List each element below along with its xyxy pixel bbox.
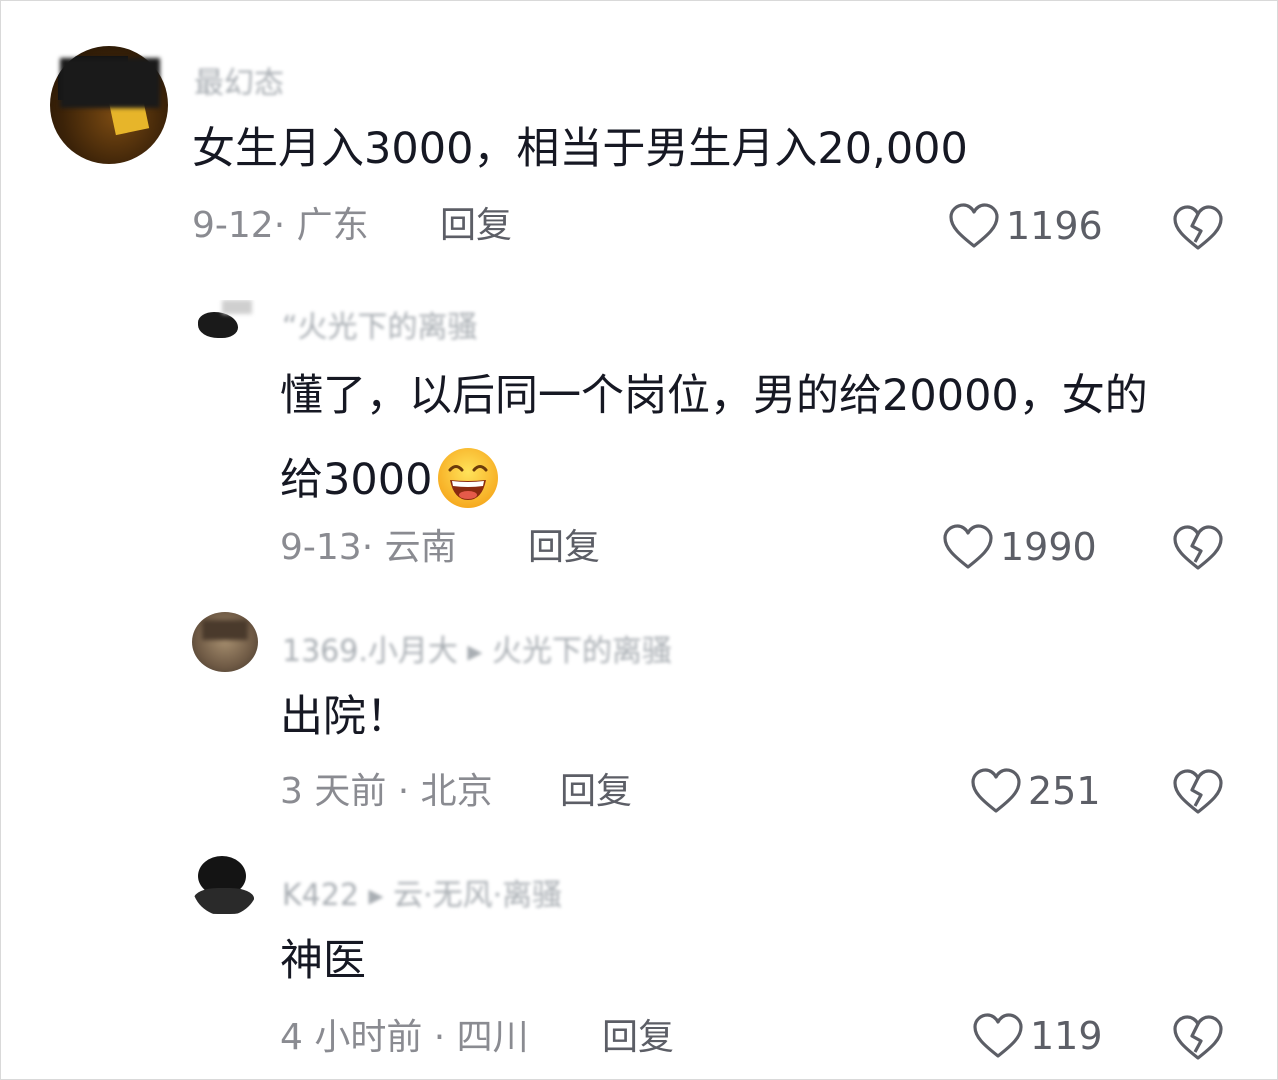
heart-icon: [942, 523, 994, 571]
reply-button[interactable]: 回复: [560, 774, 632, 810]
dislike-button[interactable]: [1172, 1014, 1224, 1066]
heart-icon: [970, 767, 1022, 815]
heart-icon: [972, 1012, 1024, 1060]
like-button[interactable]: 251: [970, 767, 1101, 815]
like-count: 119: [1030, 1014, 1103, 1058]
broken-heart-icon: [1172, 205, 1224, 256]
like-button[interactable]: 1196: [948, 202, 1103, 250]
username[interactable]: K422 ▸ 云·无风·离骚: [282, 870, 562, 914]
date-location: 9-12· 广东: [192, 205, 369, 246]
reply-button[interactable]: 回复: [602, 1020, 674, 1056]
username[interactable]: “火光下的离骚: [282, 302, 478, 346]
comment-text-line-2-row: 给3000: [280, 446, 500, 514]
dislike-button[interactable]: [1172, 768, 1224, 820]
comment-text-line-2: 给3000: [280, 454, 433, 505]
username[interactable]: 最幻态: [194, 58, 284, 102]
dislike-button[interactable]: [1172, 204, 1224, 256]
dislike-button[interactable]: [1172, 524, 1224, 576]
like-count: 1196: [1006, 204, 1103, 248]
like-button[interactable]: 1990: [942, 523, 1097, 571]
reply-button[interactable]: 回复: [440, 208, 512, 244]
date-location: 3 天前 · 北京: [280, 771, 493, 812]
avatar-mosaic: [60, 58, 160, 108]
like-count: 251: [1028, 769, 1101, 813]
reply-button[interactable]: 回复: [528, 530, 600, 566]
broken-heart-icon: [1172, 1015, 1224, 1066]
username[interactable]: 1369.小月大 ▸ 火光下的离骚: [282, 626, 672, 670]
broken-heart-icon: [1172, 525, 1224, 576]
avatar[interactable]: [192, 852, 258, 916]
comment-text: 出院！: [280, 692, 409, 742]
heart-icon: [948, 202, 1000, 250]
avatar[interactable]: [192, 612, 258, 672]
like-button[interactable]: 119: [972, 1012, 1103, 1060]
date-location: 4 小时前 · 四川: [280, 1017, 529, 1058]
avatar[interactable]: [194, 300, 256, 350]
broken-heart-icon: [1172, 769, 1224, 820]
comment-text: 女生月入3000，相当于男生月入20,000: [192, 124, 968, 174]
comment-text-line-1: 懂了，以后同一个岗位，男的给20000，女的: [280, 371, 1148, 421]
comment-text: 神医: [280, 936, 366, 986]
like-count: 1990: [1000, 525, 1097, 569]
grinning-face-icon: [436, 446, 500, 514]
date-location: 9-13· 云南: [280, 527, 457, 568]
